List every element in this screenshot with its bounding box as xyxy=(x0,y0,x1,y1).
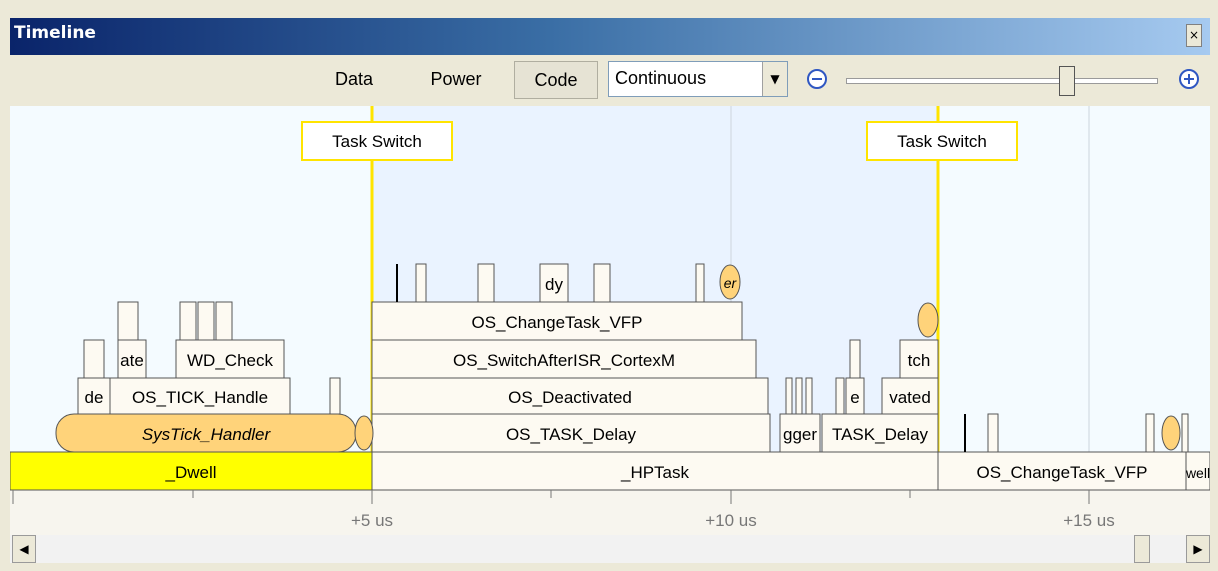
handler-block[interactable] xyxy=(917,302,939,338)
time-axis xyxy=(10,490,1210,535)
function-label: WD_Check xyxy=(187,351,273,370)
function-label: e xyxy=(850,388,859,407)
function-block[interactable] xyxy=(695,263,705,303)
title-bar: Timeline xyxy=(10,18,1210,55)
zoom-slider-thumb[interactable] xyxy=(1059,66,1075,96)
scroll-left-icon[interactable]: ◀ xyxy=(12,535,36,563)
function-block[interactable] xyxy=(795,377,803,415)
horizontal-scrollbar[interactable]: ◀ ▶ xyxy=(10,535,1210,563)
power-button[interactable]: Power xyxy=(418,61,494,97)
handler-block[interactable] xyxy=(354,415,374,451)
timeline-window: Timeline × Data Power Code Continuous ▼ … xyxy=(0,0,1218,571)
function-label: OS_SwitchAfterISR_CortexM xyxy=(453,351,675,370)
task-label: OS_ChangeTask_VFP xyxy=(976,463,1147,482)
mode-select[interactable]: Continuous ▼ xyxy=(608,61,788,97)
function-block[interactable] xyxy=(117,301,139,341)
data-button[interactable]: Data xyxy=(326,61,382,97)
function-label: vated xyxy=(889,388,931,407)
handler-block[interactable] xyxy=(1161,415,1181,451)
function-label: ate xyxy=(120,351,144,370)
function-block[interactable] xyxy=(83,339,105,379)
function-block[interactable] xyxy=(415,263,427,303)
scroll-right-icon[interactable]: ▶ xyxy=(1186,535,1210,563)
function-block[interactable] xyxy=(179,301,197,341)
zoom-slider-track xyxy=(846,78,1158,84)
function-block[interactable] xyxy=(329,377,341,415)
function-block[interactable] xyxy=(835,377,845,415)
tick-label: +15 us xyxy=(1063,511,1115,530)
task-label: well xyxy=(1185,465,1210,481)
function-block[interactable] xyxy=(785,377,793,415)
handler-label: SysTick_Handler xyxy=(142,425,272,444)
function-label: OS_TICK_Handle xyxy=(132,388,268,407)
task-label: _Dwell xyxy=(164,463,216,482)
function-label: dy xyxy=(545,275,563,294)
zoom-out-icon[interactable] xyxy=(806,68,828,90)
function-block[interactable] xyxy=(805,377,813,415)
function-label: gger xyxy=(783,425,817,444)
task-label: _HPTask xyxy=(620,463,690,482)
function-block[interactable] xyxy=(1145,413,1155,453)
function-label: tch xyxy=(908,351,931,370)
close-button[interactable]: × xyxy=(1186,24,1202,47)
scroll-thumb[interactable] xyxy=(1134,535,1150,563)
function-block[interactable] xyxy=(197,301,215,341)
zoom-in-icon[interactable] xyxy=(1178,68,1200,90)
chevron-down-icon[interactable]: ▼ xyxy=(762,62,787,96)
function-label: OS_ChangeTask_VFP xyxy=(471,313,642,332)
function-block[interactable] xyxy=(593,263,611,303)
function-block[interactable] xyxy=(987,413,999,453)
function-label: TASK_Delay xyxy=(832,425,929,444)
handler-label: er xyxy=(724,275,738,291)
function-block[interactable] xyxy=(215,301,233,341)
function-block[interactable] xyxy=(477,263,495,303)
function-block[interactable] xyxy=(849,339,861,379)
task-switch-label: Task Switch xyxy=(332,132,422,151)
tick-label: +5 us xyxy=(351,511,393,530)
timeline-plot[interactable]: Task Switch Task Switch _Dwell _HPTask O… xyxy=(10,106,1210,535)
function-label: de xyxy=(85,388,104,407)
function-block[interactable] xyxy=(1181,413,1189,453)
tick-label: +10 us xyxy=(705,511,757,530)
mode-select-value: Continuous xyxy=(615,68,707,88)
function-label: OS_TASK_Delay xyxy=(506,425,637,444)
task-switch-label: Task Switch xyxy=(897,132,987,151)
window-title: Timeline xyxy=(14,23,96,43)
function-label: OS_Deactivated xyxy=(508,388,632,407)
code-button[interactable]: Code xyxy=(514,61,598,99)
zoom-slider[interactable] xyxy=(846,66,1158,96)
